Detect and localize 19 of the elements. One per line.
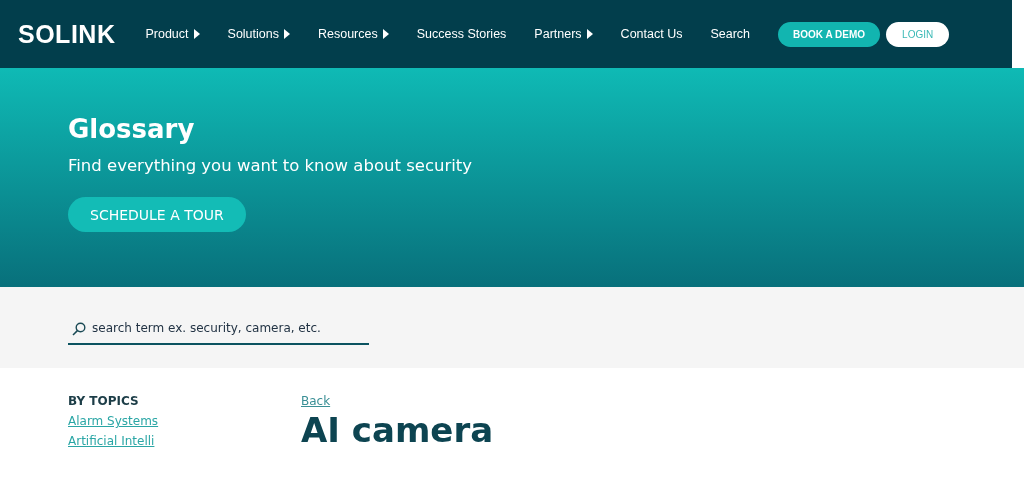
back-link[interactable]: Back	[301, 394, 494, 408]
search-field[interactable]: search term ex. security, camera, etc.	[68, 312, 369, 345]
page-title: Glossary	[68, 114, 196, 144]
nav-link[interactable]: Solutions	[227, 27, 290, 41]
caret-icon	[193, 29, 200, 39]
caret-icon	[586, 29, 593, 39]
nav-link[interactable]: Search	[710, 27, 751, 41]
logo[interactable]: SOLINK	[18, 19, 116, 49]
article-title: AI camera	[301, 412, 494, 450]
nav-link[interactable]: Success Stories	[416, 27, 507, 41]
sidebar-heading: BY TOPICS	[68, 394, 140, 408]
search-icon	[72, 322, 86, 336]
nav-link[interactable]: Contact Us	[620, 27, 683, 41]
nav-link[interactable]: Partners	[534, 27, 593, 41]
hero-subtitle: Find everything you want to know about security	[68, 156, 474, 175]
nav-link[interactable]: Product	[145, 27, 200, 41]
caret-icon	[284, 29, 290, 39]
nav-link[interactable]: Resources	[318, 27, 389, 41]
caret-icon	[382, 29, 389, 39]
